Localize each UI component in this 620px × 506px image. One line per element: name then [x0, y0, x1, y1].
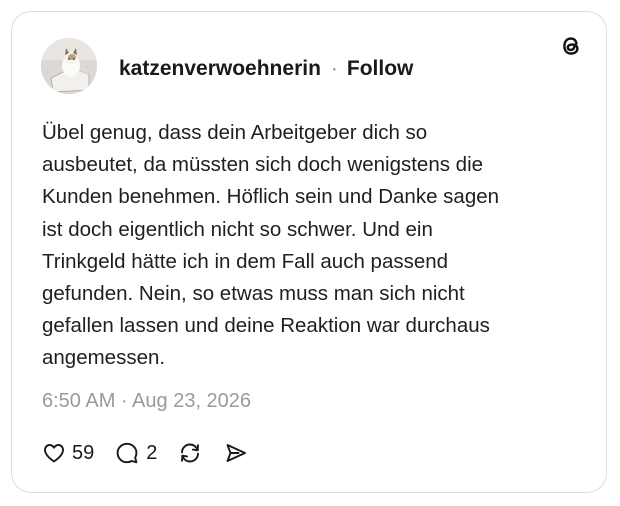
post-text-line: gefallen lassen und deine Reaktion war d…: [42, 314, 490, 338]
cat-avatar-image: [41, 38, 97, 94]
reply-button[interactable]: 2: [114, 440, 157, 466]
send-icon: [223, 440, 249, 466]
share-button[interactable]: [223, 440, 249, 466]
post-text-line: angemessen.: [42, 346, 166, 370]
heart-icon: [42, 441, 66, 465]
avatar[interactable]: [41, 38, 97, 94]
repost-icon: [177, 440, 203, 466]
username[interactable]: katzenverwoehnerin: [119, 57, 321, 81]
post-text-line: Kunden benehmen. Höflich sein und Danke …: [42, 185, 500, 209]
post-card: katzenverwoehnerin · Follow Übel genug, …: [11, 11, 607, 493]
separator-dot: ·: [330, 57, 338, 80]
action-bar: 59 2: [42, 438, 269, 468]
post-text-line: ausbeutet, da müssten sich doch wenigste…: [42, 153, 484, 177]
post-body: Übel genug, dass dein Arbeitgeber dich s…: [42, 117, 572, 375]
repost-button[interactable]: [177, 440, 203, 466]
post-text-line: Übel genug, dass dein Arbeitgeber dich s…: [42, 121, 428, 144]
post-timestamp[interactable]: 6:50 AM · Aug 23, 2026: [42, 390, 251, 413]
speech-bubble-icon: [114, 440, 140, 466]
like-button[interactable]: 59: [42, 441, 94, 465]
reply-count: 2: [146, 441, 158, 464]
like-count: 59: [72, 441, 95, 464]
threads-logo-icon[interactable]: [557, 32, 585, 60]
post-text-line: gefunden. Nein, so etwas muss man sich n…: [42, 282, 465, 306]
post-text-line: Trinkgeld hätte ich in dem Fall auch pas…: [42, 249, 449, 273]
post-text-line: ist doch eigentlich nicht so schwer. Und…: [42, 217, 433, 241]
post-header: katzenverwoehnerin · Follow: [119, 56, 413, 82]
follow-button[interactable]: Follow: [347, 57, 414, 81]
